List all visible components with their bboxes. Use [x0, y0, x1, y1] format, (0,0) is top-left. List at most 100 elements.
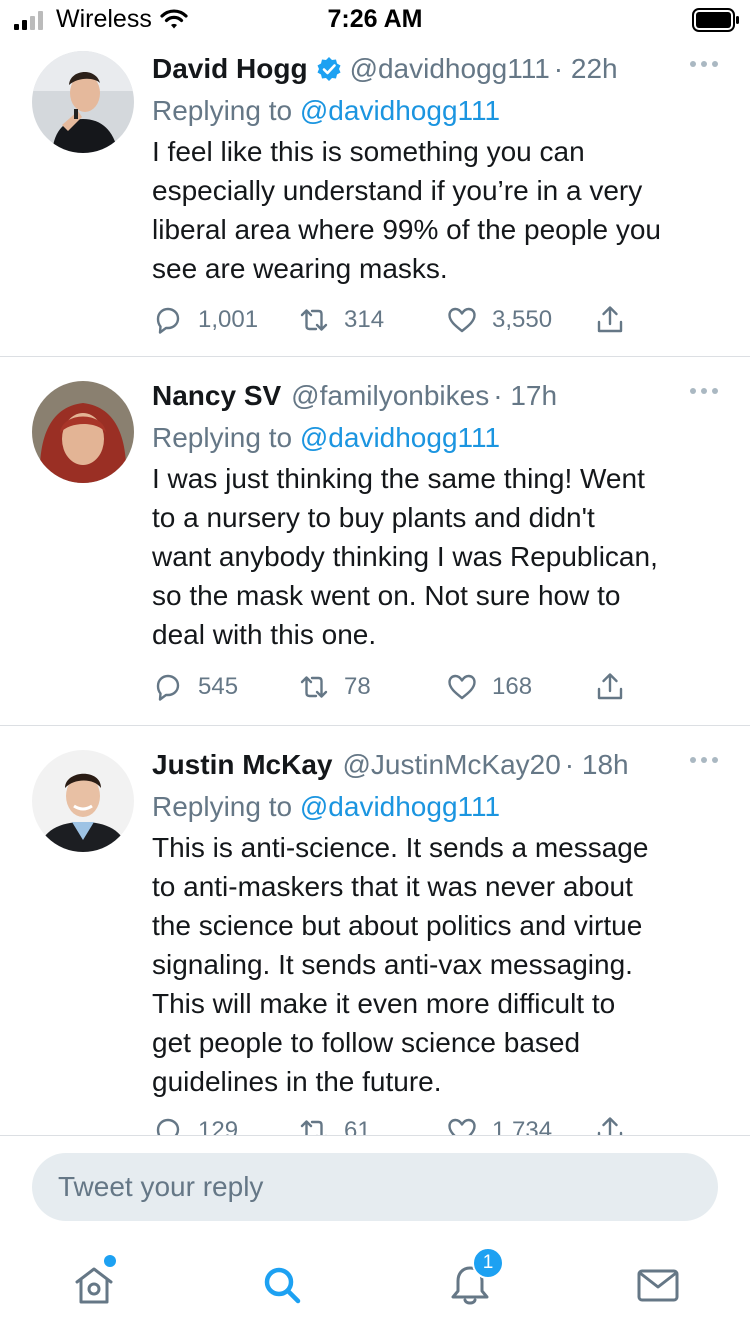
replying-to-link[interactable]: @davidhogg111 [300, 95, 500, 126]
tweet-text-line: This will make it even more difficult to [152, 988, 616, 1019]
avatar[interactable] [32, 750, 134, 852]
new-content-dot [104, 1255, 116, 1267]
tweet-text-line: especially understand if you’re in a ver… [152, 175, 643, 206]
author-name[interactable]: Nancy SV [152, 380, 281, 412]
author-name[interactable]: Justin McKay [152, 749, 333, 781]
like-button[interactable]: 3,550 [446, 300, 552, 340]
retweet-count: 314 [344, 306, 385, 333]
search-icon [264, 1267, 301, 1304]
retweet-button[interactable]: 61 [298, 1111, 371, 1135]
tweet-text: I feel like this is something you can es… [152, 132, 720, 288]
reply-count: 129 [198, 1117, 239, 1135]
like-count: 1,734 [492, 1117, 553, 1135]
tweet-actions: 129 61 1,734 [152, 1111, 652, 1135]
replying-to: Replying to @davidhogg111 [152, 788, 720, 826]
tweet-text-line: liberal area where 99% of the people you [152, 214, 662, 245]
tweet-actions: 1,001 314 3,550 [152, 300, 652, 340]
status-time: 7:26 AM [327, 5, 423, 33]
tweet[interactable]: Nancy SV @familyonbikes · 17h Replying t… [0, 357, 750, 726]
share-icon [597, 306, 623, 333]
replying-to: Replying to @davidhogg111 [152, 419, 720, 457]
avatar[interactable] [32, 51, 134, 153]
retweet-icon [300, 309, 328, 331]
reply-input[interactable] [32, 1153, 718, 1221]
tweet-text-line: to anti-maskers that it was never about [152, 871, 633, 902]
more-icon[interactable] [688, 750, 720, 770]
tweet-text-line: I feel like this is something you can [152, 136, 585, 167]
like-icon [448, 1118, 476, 1135]
share-button[interactable] [594, 667, 626, 707]
tweet[interactable]: David Hogg @davidhogg111 · 22h Replying … [0, 40, 750, 357]
tab-notifications[interactable]: 1 [446, 1247, 504, 1309]
tweet-text: I was just thinking the same thing! Went… [152, 459, 720, 654]
reply-count: 1,001 [198, 306, 259, 333]
reply-feed[interactable]: David Hogg @davidhogg111 · 22h Replying … [0, 40, 750, 1135]
retweet-count: 61 [344, 1117, 371, 1135]
tab-home[interactable] [70, 1255, 118, 1309]
verified-icon [317, 57, 341, 81]
status-bar: Wireless 7:26 AM [0, 0, 750, 40]
replying-to-link[interactable]: @davidhogg111 [300, 422, 500, 453]
reply-button[interactable]: 1,001 [152, 300, 258, 340]
tab-search[interactable] [258, 1261, 306, 1309]
tweet-header: David Hogg @davidhogg111 · 22h [152, 46, 720, 92]
tweet-text-line: to a nursery to buy plants and didn't [152, 502, 595, 533]
replying-to: Replying to @davidhogg111 [152, 92, 720, 130]
like-icon [448, 307, 476, 333]
retweet-count: 78 [344, 673, 371, 700]
tweet-text: This is anti-science. It sends a message… [152, 828, 720, 1101]
tweet-text-line: signaling. It sends anti-vax messaging. [152, 949, 633, 980]
replying-to-prefix: Replying to [152, 95, 300, 126]
tweet-text-line: This is anti-science. It sends a message [152, 832, 649, 863]
reply-icon [156, 307, 180, 334]
like-count: 3,550 [492, 306, 553, 333]
notification-badge: 1 [472, 1247, 504, 1279]
tweet-text-line: the science but about politics and virtu… [152, 910, 643, 941]
reply-button[interactable]: 545 [152, 667, 238, 707]
reply-icon [156, 1118, 180, 1135]
author-handle[interactable]: @familyonbikes [291, 380, 489, 412]
retweet-button[interactable]: 314 [298, 300, 384, 340]
reply-button[interactable]: 129 [152, 1111, 238, 1135]
replying-to-prefix: Replying to [152, 791, 300, 822]
tab-messages[interactable] [634, 1261, 682, 1309]
battery-icon [692, 8, 739, 32]
tab-bar: 1 [0, 1235, 750, 1334]
author-handle[interactable]: @JustinMcKay20 [343, 749, 561, 781]
share-icon [597, 1117, 623, 1135]
replying-to-link[interactable]: @davidhogg111 [300, 791, 500, 822]
more-icon[interactable] [688, 54, 720, 74]
like-count: 168 [492, 673, 533, 700]
reply-icon [156, 674, 180, 701]
author-name[interactable]: David Hogg [152, 53, 308, 85]
tweet[interactable]: Justin McKay @JustinMcKay20 · 18h Replyi… [0, 726, 750, 1135]
tweet-text-line: deal with this one. [152, 619, 377, 650]
share-icon [597, 673, 623, 700]
tweet-text-line: want anybody thinking I was Republican, [152, 541, 658, 572]
share-button[interactable] [594, 1111, 626, 1135]
retweet-button[interactable]: 78 [298, 667, 371, 707]
retweet-icon [300, 1120, 327, 1135]
retweet-icon [300, 676, 328, 698]
like-button[interactable]: 168 [446, 667, 532, 707]
tweet-time: · 18h [564, 749, 629, 780]
tweet-text-line: guidelines in the future. [152, 1066, 442, 1097]
tweet-actions: 545 78 168 [152, 667, 652, 707]
tweet-text-line: so the mask went on. Not sure how to [152, 580, 621, 611]
replying-to-prefix: Replying to [152, 422, 300, 453]
tweet-text-line: see are wearing masks. [152, 253, 448, 284]
tweet-text-line: get people to follow science based [152, 1027, 581, 1058]
tweet-time: · 17h [493, 380, 558, 411]
tweet-header: Nancy SV @familyonbikes · 17h [152, 373, 720, 419]
like-icon [448, 674, 476, 700]
tweet-time: · 22h [553, 53, 618, 84]
reply-bar [0, 1135, 750, 1235]
share-button[interactable] [594, 300, 626, 340]
tweet-text-line: I was just thinking the same thing! Went [152, 463, 645, 494]
like-button[interactable]: 1,734 [446, 1111, 552, 1135]
avatar[interactable] [32, 381, 134, 483]
author-handle[interactable]: @davidhogg111 [350, 53, 550, 85]
more-icon[interactable] [688, 381, 720, 401]
messages-icon [637, 1269, 679, 1302]
reply-count: 545 [198, 673, 239, 700]
